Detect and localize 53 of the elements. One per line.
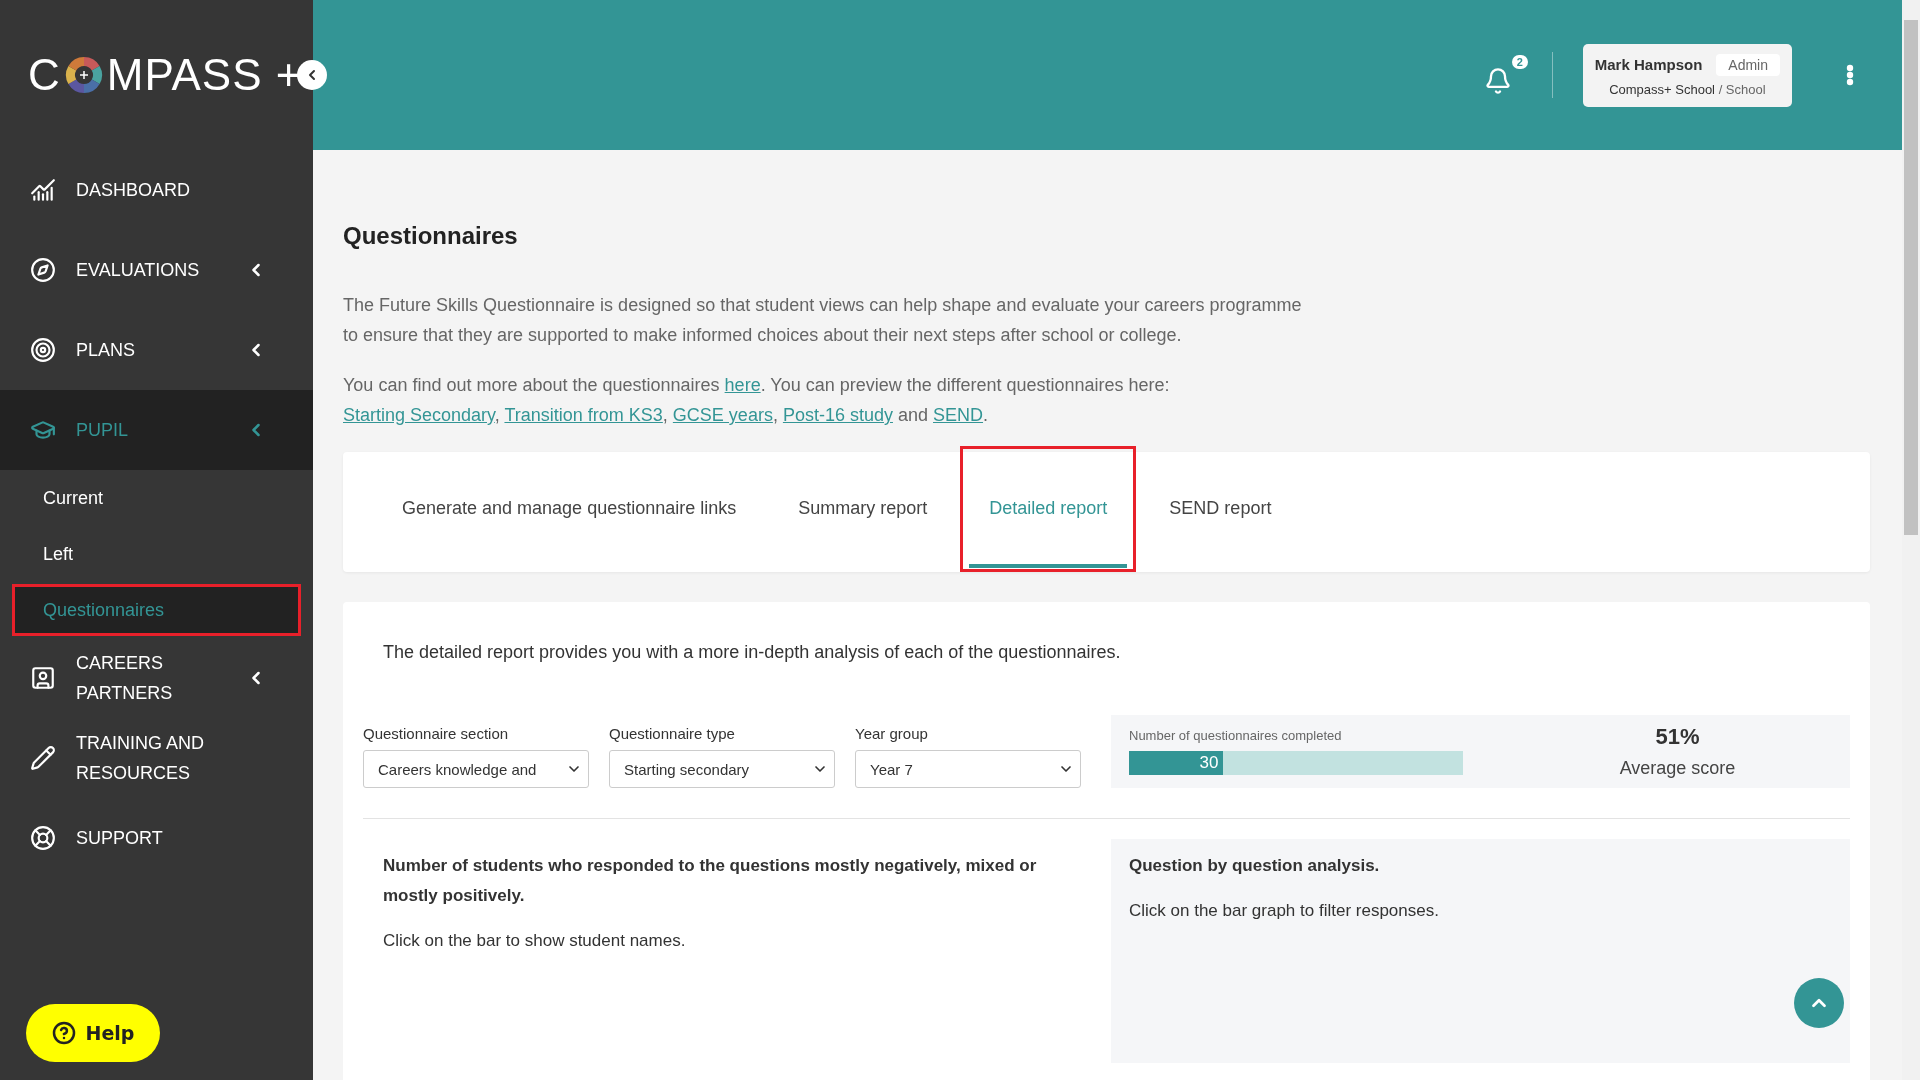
page-title: Questionnaires (343, 222, 519, 250)
compass-ring-logo-icon (64, 56, 103, 94)
preview-paragraph: You can find out more about the questionnaires here. You can preview the different questionnaires here: Starting Secondary, Transition from KS3, GCSE years, Post-16 study and SEND. (343, 374, 1171, 427)
contact-card-icon (30, 665, 56, 691)
school-name: Compass+ School / School (1608, 81, 1767, 97)
filter-label: Questionnaire type (609, 725, 736, 742)
user-card[interactable]: Mark Hampson Admin Compass+ School / School (1582, 43, 1792, 107)
sidebar-item[interactable]: SUPPORT (0, 798, 313, 878)
section-heading: Question by question analysis. (1129, 855, 1381, 877)
help-icon (51, 1021, 76, 1045)
help-button[interactable]: Help (26, 1004, 160, 1062)
target-icon (30, 337, 56, 363)
sidebar-subitem[interactable]: Current (12, 472, 301, 524)
more-menu-icon[interactable] (1846, 64, 1854, 86)
sidebar-item[interactable]: EVALUATIONS (0, 230, 313, 310)
filter-label: Year group (855, 725, 929, 742)
sidebar-item[interactable]: TRAINING AND RESOURCES (0, 718, 313, 798)
logo-text: MPASS + (106, 50, 303, 100)
sidebar-item[interactable]: PUPIL (0, 390, 313, 470)
report-description: The detailed report provides you with a more in-depth analysis of each of the questionnaires. (383, 642, 1122, 663)
notification-count-badge: 2 (1511, 55, 1528, 69)
user-name: Mark Hampson (1594, 56, 1703, 73)
collapse-sidebar-button[interactable] (297, 60, 327, 90)
tab[interactable]: Generate and manage questionnaire links (382, 452, 757, 568)
role-badge: Admin (1716, 53, 1780, 76)
filter-label: Questionnaire section (363, 725, 510, 742)
average-score-label: Average score (1619, 758, 1736, 779)
logo-text: C (28, 50, 61, 100)
average-score-value: 51% (1655, 724, 1700, 750)
filter-select[interactable]: Starting secondary (609, 750, 835, 788)
lifebuoy-icon (30, 825, 56, 851)
intro-paragraph: The Future Skills Questionnaire is designed so that student views can help shape and evaluate your careers programme to ensure that they are supported to make informed choices about their next steps after school or college. (343, 294, 1303, 347)
tab[interactable]: SEND report (1149, 452, 1292, 568)
filter-select[interactable]: Careers knowledge and (363, 750, 589, 788)
sidebar-subitem[interactable]: Left (12, 528, 301, 580)
section-hint: Click on the bar to show student names. (383, 931, 687, 951)
pencil-icon (30, 745, 56, 771)
more-icon (1846, 64, 1854, 86)
section-heading: Number of students who responded to the questions mostly negatively, mixed or mostly positively. (383, 855, 1038, 907)
sidebar-item[interactable]: CAREERS PARTNERS (0, 638, 313, 718)
sidebar-item[interactable]: DASHBOARD (0, 150, 313, 230)
completed-label: Number of questionnaires completed (1129, 728, 1343, 743)
section-hint: Click on the bar graph to filter responses. (1129, 901, 1440, 921)
sidebar-subitem[interactable]: Questionnaires (12, 584, 301, 636)
bell-icon (1483, 67, 1512, 95)
filter-select[interactable]: Year 7 (855, 750, 1081, 788)
chart-icon (30, 177, 56, 203)
notifications-button[interactable]: 2 (1483, 55, 1528, 95)
sidebar-item[interactable]: PLANS (0, 310, 313, 390)
compass-icon (30, 257, 56, 283)
tab[interactable]: Summary report (778, 452, 948, 568)
completed-bar-fill: 30 (1129, 751, 1223, 775)
tab[interactable]: Detailed report (969, 452, 1128, 568)
